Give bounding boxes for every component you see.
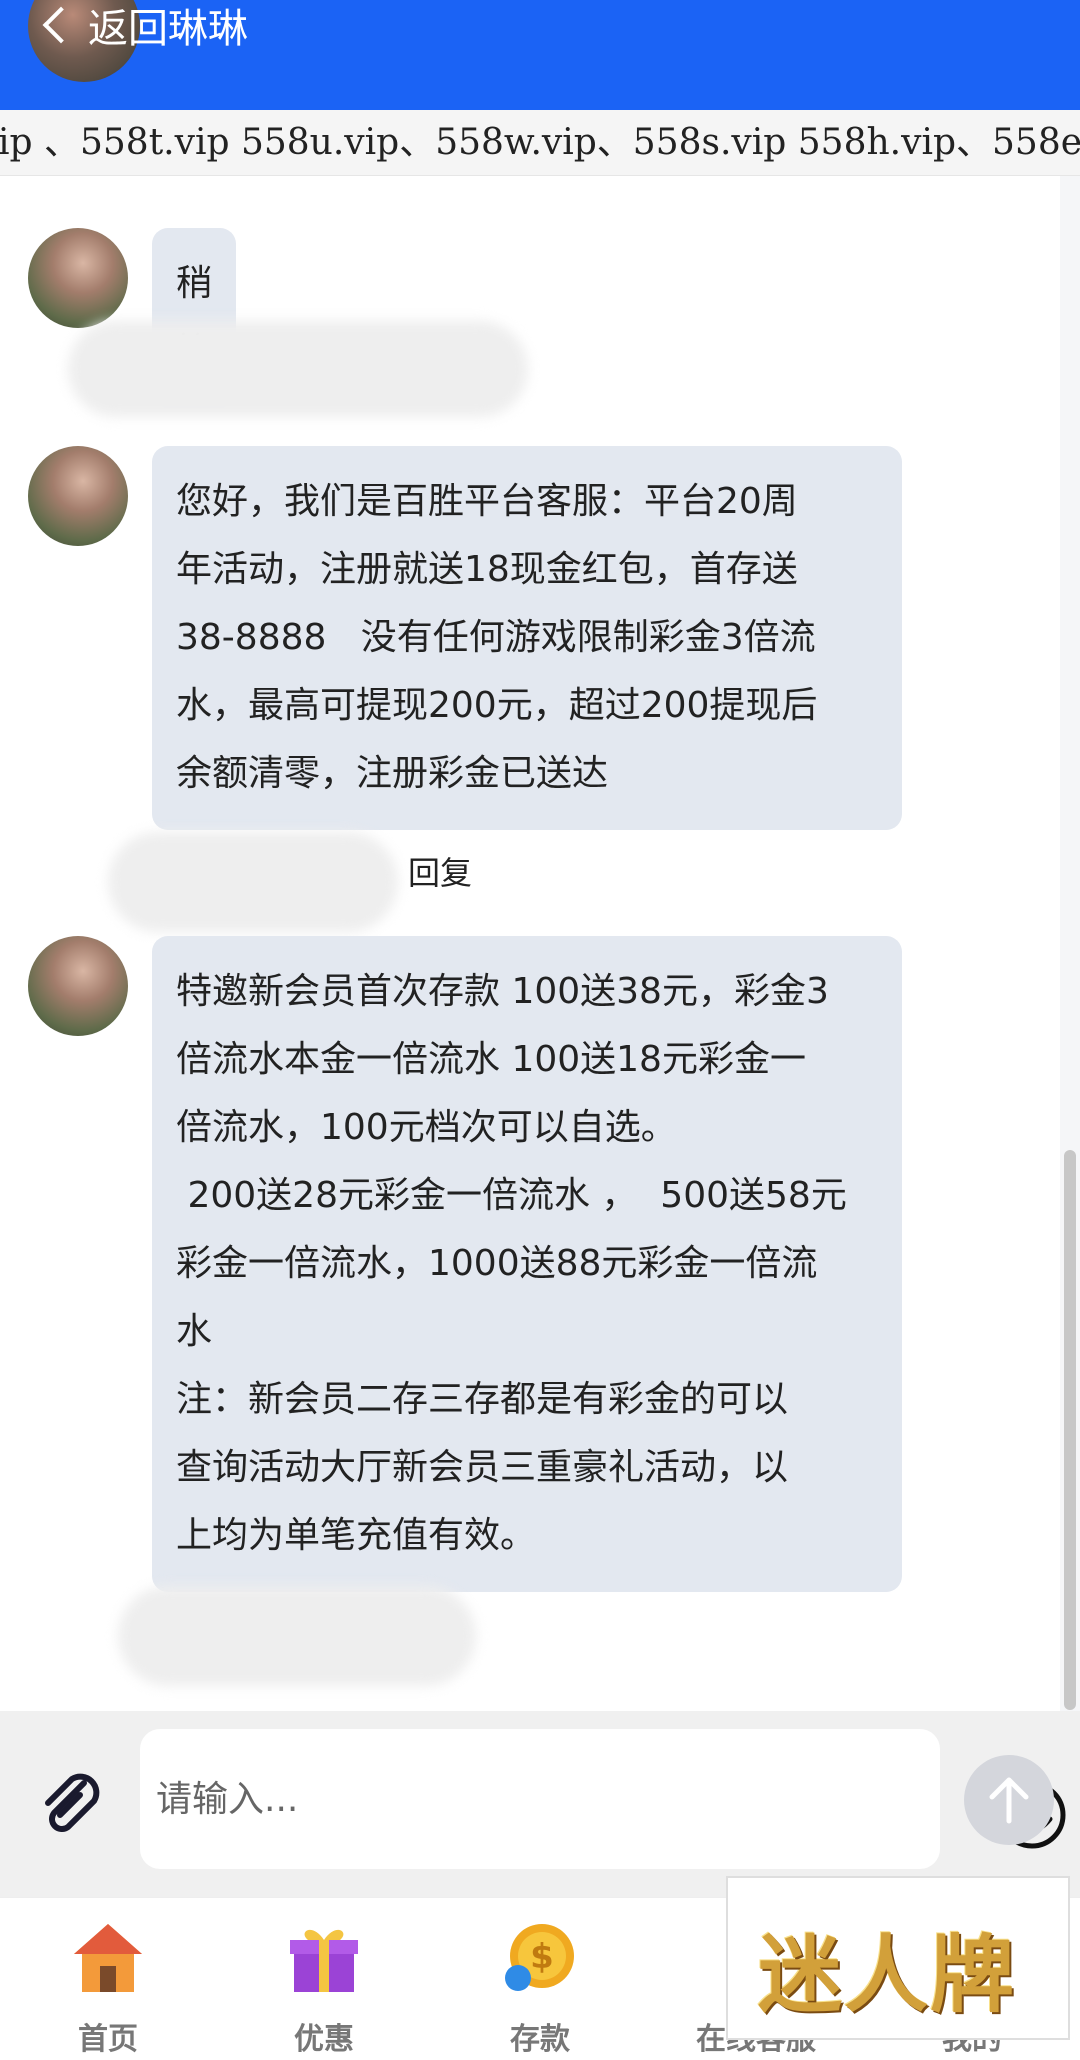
house-icon xyxy=(74,1924,142,1992)
chat-scrollbar[interactable] xyxy=(1064,1150,1076,1710)
gift-icon xyxy=(290,1929,358,1992)
chevron-left-icon xyxy=(42,6,80,44)
tab-deposit[interactable]: $ 存款 xyxy=(460,1918,620,2058)
message-bubble: 特邀新会员首次存款 100送38元，彩金3 倍流水本金一倍流水 100送18元彩… xyxy=(152,936,902,1592)
message-bubble: 您好，我们是百胜平台客服：平台20周 年活动，注册就送18现金红包，首存送 38… xyxy=(152,446,902,830)
agent-avatar xyxy=(28,228,128,328)
tab-promotions[interactable]: 优惠 xyxy=(244,1918,404,2058)
send-button[interactable] xyxy=(964,1755,1054,1845)
tab-home[interactable]: 首页 xyxy=(28,1918,188,2058)
watermark-text: 迷人牌 xyxy=(758,1925,1017,2024)
redacted-content xyxy=(118,1586,476,1686)
domain-marquee: ip 、558t.vip 558u.vip、558w.vip、558s.vip … xyxy=(0,110,1080,176)
reply-link[interactable]: 回复 xyxy=(408,848,472,894)
svg-text:$: $ xyxy=(530,1937,554,1977)
paperclip-icon[interactable] xyxy=(34,1769,106,1841)
coin-icon: $ xyxy=(505,1924,574,1991)
agent-avatar xyxy=(28,936,128,1036)
back-button[interactable]: 返回琳琳 xyxy=(40,0,248,52)
message-input-container xyxy=(140,1729,1066,1869)
message-input-bar xyxy=(0,1711,1080,1897)
message-input[interactable] xyxy=(156,1769,836,1829)
redacted-content xyxy=(108,832,398,932)
arrow-up-icon xyxy=(989,1777,1029,1824)
header-bar: 返回琳琳 xyxy=(0,0,1080,110)
chat-area[interactable]: 稍等 您好，我们是百胜平台客服：平台20周 年活动，注册就送18现金红包，首存送… xyxy=(0,176,1060,1711)
marquee-text: ip 、558t.vip 558u.vip、558w.vip、558s.vip … xyxy=(0,122,1080,163)
tab-label: 首页 xyxy=(78,2022,138,2057)
watermark-logo: 迷人牌 xyxy=(726,1876,1070,2040)
back-label: 返回琳琳 xyxy=(88,6,248,52)
tab-label: 存款 xyxy=(510,2022,570,2057)
tab-label: 优惠 xyxy=(294,2022,354,2057)
agent-avatar xyxy=(28,446,128,546)
redacted-content xyxy=(68,321,528,417)
